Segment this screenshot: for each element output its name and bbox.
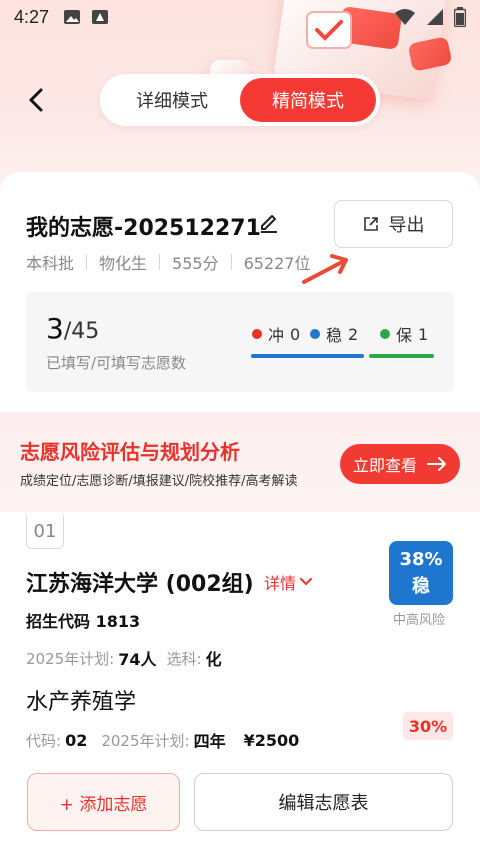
stable-bar — [251, 354, 364, 358]
share-icon — [363, 217, 378, 231]
rush-count: 0 — [290, 324, 301, 344]
detail-label: 详情 — [264, 574, 297, 593]
university-name[interactable]: 江苏海洋大学 (002组) — [26, 566, 254, 598]
meta-divider — [159, 254, 161, 270]
safe-label: 保 — [396, 326, 413, 345]
meta-divider — [86, 254, 88, 270]
arrow-right-icon — [427, 457, 446, 471]
legend-safe: 保 1 — [380, 322, 428, 346]
back-arrow-icon[interactable] — [22, 86, 50, 114]
view-now-label: 立即查看 — [352, 456, 417, 475]
banner-title: 志愿风险评估与规划分析 — [20, 440, 240, 464]
safe-count: 1 — [418, 324, 429, 344]
meta-subjects: 物化生 — [99, 254, 148, 273]
major-plan-label: 2025年计划: — [101, 731, 190, 750]
entry-index: 01 — [26, 515, 64, 549]
chevron-down-icon — [300, 578, 313, 586]
stable-count: 2 — [348, 324, 359, 344]
major-probability: 30% — [403, 712, 453, 740]
major-duration: 四年 — [193, 732, 226, 751]
probability-level: 稳 — [412, 576, 430, 597]
battery-icon — [454, 7, 466, 27]
legend-stable: 稳 2 — [310, 322, 358, 346]
meta-score: 555分 — [172, 254, 219, 273]
stats-hint: 已填写/可填写志愿数 — [46, 354, 187, 372]
rush-label: 冲 — [268, 326, 285, 345]
tab-simple-mode[interactable]: 精简模式 — [240, 78, 376, 122]
add-choice-button[interactable]: + 添加志愿 — [27, 773, 180, 831]
edit-table-button[interactable]: 编辑志愿表 — [194, 773, 453, 831]
meta-divider — [230, 254, 232, 270]
probability-value: 38% — [399, 549, 443, 570]
enroll-code: 招生代码 1813 — [26, 608, 140, 632]
detail-link[interactable]: 详情 — [264, 570, 313, 594]
filled-count: 3/45 — [46, 312, 99, 345]
enroll-code-label: 招生代码 — [26, 612, 91, 631]
app-icon — [92, 10, 109, 24]
signal-icon — [427, 9, 443, 25]
stats-panel: 3/45 已填写/可填写志愿数 冲 0 稳 2 保 1 — [26, 292, 454, 392]
major-meta: 代码: 02 2025年计划: 四年 ¥2500 — [26, 728, 313, 752]
legend-rush: 冲 0 — [252, 322, 300, 346]
profile-meta: 本科批 物化生 555分 65227位 — [26, 250, 310, 274]
pencil-icon[interactable] — [258, 212, 280, 234]
risk-label: 中高风险 — [393, 613, 446, 628]
major-code-value: 02 — [65, 730, 88, 750]
stable-dot — [310, 329, 320, 339]
status-time: 4:27 — [14, 6, 50, 27]
meta-rank: 65227位 — [243, 254, 311, 273]
status-bar: 4:27 — [0, 0, 480, 34]
plan-value: 74人 — [118, 650, 157, 669]
tab-detailed-mode[interactable]: 详细模式 — [104, 78, 240, 122]
export-label: 导出 — [388, 215, 425, 236]
safe-bar — [369, 354, 434, 358]
export-button[interactable]: 导出 — [334, 200, 453, 248]
filled-number: 3 — [46, 312, 64, 345]
major-code-label: 代码: — [26, 731, 62, 750]
view-now-button[interactable]: 立即查看 — [340, 444, 460, 484]
admission-probability-badge: 38% 稳 — [389, 541, 453, 605]
page-title: 我的志愿-202512271 — [26, 216, 261, 241]
mode-toggle: 详细模式 精简模式 — [100, 74, 380, 126]
subject-label: 选科: — [166, 649, 202, 668]
enroll-code-value: 1813 — [95, 612, 141, 631]
wifi-icon — [395, 9, 415, 25]
total-number: /45 — [63, 319, 100, 344]
rush-dot — [252, 329, 262, 339]
plan-info: 2025年计划: 74人 选科: 化 — [26, 646, 232, 670]
major-fee: ¥2500 — [243, 730, 300, 750]
major-name: 水产养殖学 — [26, 690, 137, 715]
meta-batch: 本科批 — [26, 254, 75, 273]
gallery-icon — [64, 10, 81, 24]
safe-dot — [380, 329, 390, 339]
subject-value: 化 — [205, 650, 222, 669]
banner-subtitle: 成绩定位/志愿诊断/填报建议/院校推荐/高考解读 — [20, 474, 298, 489]
plan-label: 2025年计划: — [26, 649, 115, 668]
stable-label: 稳 — [326, 326, 343, 345]
